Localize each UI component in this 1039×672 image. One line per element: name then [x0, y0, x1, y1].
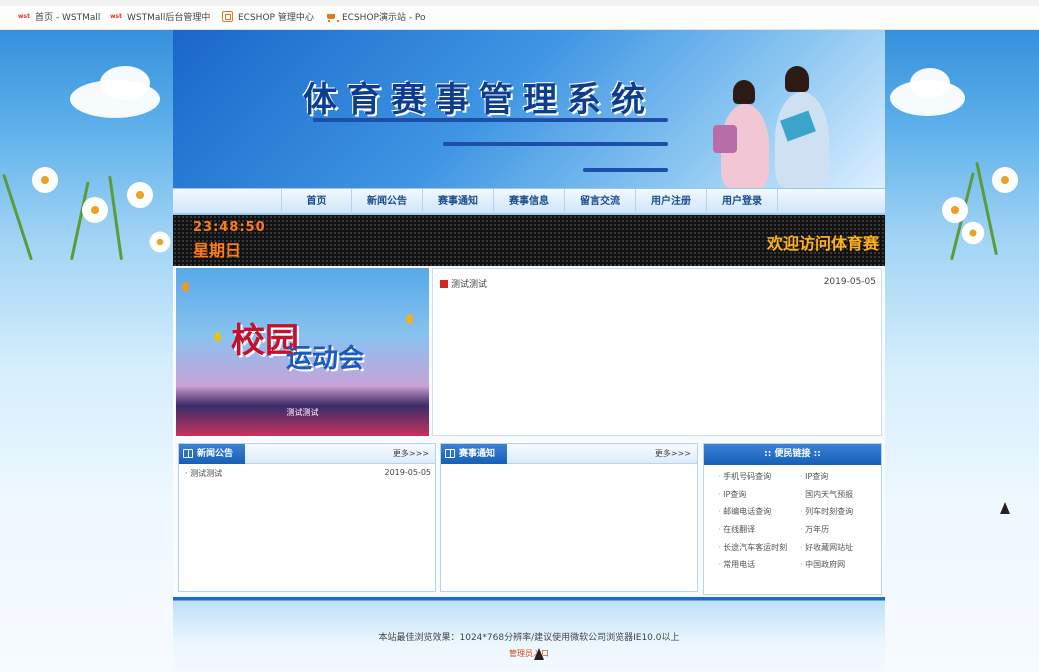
leaf-image [108, 175, 123, 261]
student-body [775, 92, 829, 188]
more-link[interactable]: 更多>>> [393, 444, 429, 464]
panel-title: 赛事通知 [441, 444, 508, 464]
browser-top-strip [0, 0, 1039, 6]
main-container: 体育赛事管理系统 首页 新闻公告 赛事通知 赛事信息 留言交流 用户注册 用户登… [173, 30, 885, 672]
list-item[interactable]: 测试测试 2019-05-05 [440, 277, 876, 290]
footer-text: 本站最佳浏览效果：1024*768分辨率/建议使用微软公司浏览器IE10.0以上 [378, 633, 680, 643]
nav-news[interactable]: 新闻公告 [352, 189, 423, 215]
notices-panel: 赛事通知 更多>>> [440, 443, 698, 592]
poster-caption: 测试测试 [286, 408, 319, 417]
welcome-marquee: 欢迎访问体育赛 [766, 234, 879, 253]
flag-icon [440, 280, 448, 288]
list-item-title[interactable]: 测试测试 [451, 280, 487, 290]
link-translate[interactable]: 在线翻译 [718, 524, 800, 542]
nav-home[interactable]: 首页 [281, 189, 352, 215]
leaf-image [2, 173, 33, 261]
link-train-schedule[interactable]: 列车时刻查询 [800, 506, 878, 524]
bookmark-label: WSTMall后台管理中 [126, 13, 211, 23]
site-footer: 本站最佳浏览效果：1024*768分辨率/建议使用微软公司浏览器IE10.0以上… [173, 597, 885, 672]
led-display: 23:48:50 星期日 欢迎访问体育赛 [173, 215, 885, 266]
bookmark-label: ECSHOP 管理中心 [238, 13, 314, 23]
main-nav: 首页 新闻公告 赛事通知 赛事信息 留言交流 用户注册 用户登录 [173, 188, 885, 215]
cloud-image [100, 66, 150, 100]
mouse-cursor-icon [999, 501, 1011, 515]
wst-icon: wst [110, 13, 122, 20]
featured-poster[interactable]: 校园 运动会 测试测试 [176, 268, 429, 436]
flower-image [940, 195, 970, 225]
poster-subtitle: 运动会 [286, 344, 365, 374]
banner-stripe [583, 168, 668, 172]
panel-header: 新闻公告 更多>>> [179, 444, 435, 464]
link-postcode[interactable]: 邮编电话查询 [718, 506, 800, 524]
led-weekday: 星期日 [193, 241, 242, 260]
panel-title-text: 赛事通知 [459, 449, 496, 459]
led-clock: 23:48:50 [193, 220, 266, 235]
cloud-image [910, 68, 950, 98]
balloon-image [214, 332, 221, 342]
link-ip-lookup-2[interactable]: IP查询 [718, 489, 800, 507]
site-banner: 体育赛事管理系统 [173, 30, 885, 188]
link-weather[interactable]: 国内天气预报 [800, 489, 878, 507]
admin-login-link[interactable]: 管理员入口 [173, 648, 885, 659]
student-head [785, 66, 809, 92]
link-favorites[interactable]: 好收藏网站址 [800, 542, 878, 560]
links-grid: 手机号码查询 IP查询 IP查询 国内天气预报 邮编电话查询 列车时刻查询 在线… [718, 471, 878, 577]
more-link[interactable]: 更多>>> [655, 444, 691, 464]
bookmark-wstmall-admin[interactable]: wst WSTMall后台管理中 [110, 10, 210, 23]
bookmark-ecshop-admin[interactable]: ECSHOP 管理中心 [222, 10, 314, 23]
link-calendar[interactable]: 万年历 [800, 524, 878, 542]
link-phone-numbers[interactable]: 常用电话 [718, 559, 800, 577]
book-icon [183, 449, 193, 458]
mouse-cursor-icon [533, 647, 545, 661]
list-item-title[interactable]: · 测试测试 [185, 468, 222, 479]
news-panel: 新闻公告 更多>>> · 测试测试 2019-05-05 [178, 443, 436, 592]
nav-login[interactable]: 用户登录 [707, 189, 778, 215]
student-head [733, 80, 755, 104]
panel-title-text: 新闻公告 [197, 449, 234, 459]
list-item[interactable]: · 测试测试 2019-05-05 [185, 468, 431, 479]
book-icon [445, 449, 455, 458]
balloon-image [406, 314, 413, 324]
bookmark-ecshop-demo[interactable]: ECSHOP演示站 - Po [326, 10, 426, 23]
bookmarks-bar: wst 首页 - WSTMall wst WSTMall后台管理中 ECSHOP… [0, 0, 1039, 30]
balloon-image [182, 282, 189, 292]
nav-messages[interactable]: 留言交流 [565, 189, 636, 215]
links-title: :: 便民链接 :: [704, 444, 881, 465]
nav-register[interactable]: 用户注册 [636, 189, 707, 215]
flower-image [30, 165, 60, 195]
banner-stripe [313, 118, 668, 122]
panel-title: 新闻公告 [179, 444, 246, 464]
site-title: 体育赛事管理系统 [303, 80, 655, 120]
flower-image [148, 230, 172, 254]
links-panel: :: 便民链接 :: 手机号码查询 IP查询 IP查询 国内天气预报 邮编电话查… [703, 443, 882, 595]
panel-header: 赛事通知 更多>>> [441, 444, 697, 464]
featured-list: 测试测试 2019-05-05 [432, 268, 882, 436]
link-ip-lookup[interactable]: IP查询 [800, 471, 878, 489]
banner-stripe [443, 142, 668, 146]
link-bus-schedule[interactable]: 长途汽车客运时刻 [718, 542, 800, 560]
wst-icon: wst [18, 13, 30, 20]
flower-image [125, 180, 155, 210]
list-item-date: 2019-05-05 [823, 277, 876, 287]
cart-icon [326, 12, 339, 22]
bookmark-label: 首页 - WSTMall [34, 13, 101, 23]
flower-image [990, 165, 1020, 195]
backpack-image [713, 125, 737, 153]
nav-events[interactable]: 赛事信息 [494, 189, 565, 215]
link-phone-lookup[interactable]: 手机号码查询 [718, 471, 800, 489]
flower-image [80, 195, 110, 225]
list-item-date: 2019-05-05 [384, 468, 432, 477]
bookmark-label: ECSHOP演示站 - Po [342, 13, 426, 23]
nav-notices[interactable]: 赛事通知 [423, 189, 494, 215]
bookmark-wstmall-home[interactable]: wst 首页 - WSTMall [18, 10, 100, 23]
ecshop-icon [222, 11, 233, 22]
flower-image [960, 220, 986, 246]
link-gov[interactable]: 中国政府网 [800, 559, 878, 577]
